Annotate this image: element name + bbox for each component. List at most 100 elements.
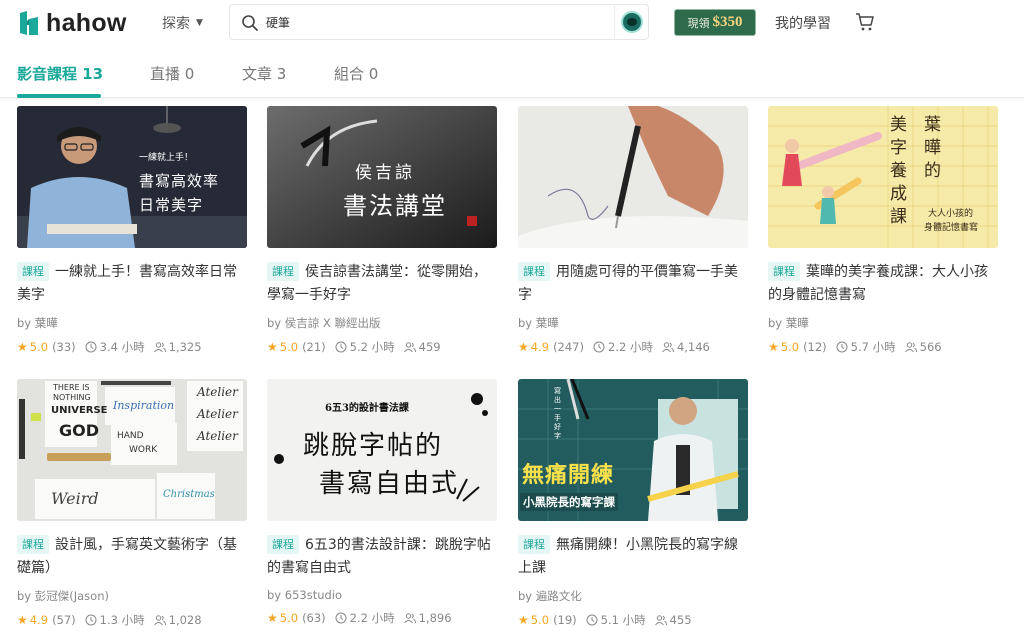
course-title-text: 葉曄的美字養成課：大人小孩的身體記憶書寫 [768,264,988,303]
course-students: 566 [919,340,942,354]
course-rating: 4.9 [530,340,550,354]
course-title-text: 侯吉諒書法講堂：從零開始，學寫一手好字 [267,264,487,303]
course-hours: 3.4 小時 [99,340,145,354]
thumb-text: 跳脫字帖的 [303,431,444,461]
course-students: 459 [418,340,441,354]
students-icon [654,615,667,626]
course-author: by 彭冠傑(Jason) [17,589,109,603]
thumb-text: 葉曄的 [924,115,941,181]
thumb-text: NOTHING [53,393,91,402]
course-thumbnail: 侯吉諒 書法講堂 [267,106,497,248]
course-thumbnail: THERE IS NOTHING UNIVERSE GOD Inspiratio… [17,379,247,521]
course-review-count: (19) [553,613,577,627]
course-title-text: 一練就上手！書寫高效率日常美字 [17,264,237,303]
explore-menu[interactable]: 探索 ▼ [162,13,203,33]
course-rating: 5.0 [780,340,800,354]
star-icon: ★ [17,340,28,354]
search-icon[interactable] [241,14,259,32]
thumb-text: 6五3的設計書法課 [325,403,409,414]
course-card[interactable]: 侯吉諒 書法講堂 課程 侯吉諒書法講堂：從零開始，學寫一手好字 by 侯吉諒 X … [267,106,498,355]
thumb-text: 書寫自由式 [319,469,460,499]
course-card[interactable]: 美字養成課 葉曄的 大人小孩的 身體記憶書寫 課程 葉曄的美字養成課：大人小孩的身… [768,106,999,355]
course-title-text: 無痛開練！小黑院長的寫字線上課 [518,537,738,576]
course-review-count: (12) [803,340,827,354]
course-card[interactable]: 寫出一手好字 無痛開練 小黑院長的寫字課 課程 無痛開練！小黑院長的寫字線上課 b… [518,379,749,628]
course-card[interactable]: 課程 用隨處可得的平價筆寫一手美字 by 葉曄 ★ 4.9 (247) 2.2 小… [518,106,749,355]
my-learning-link[interactable]: 我的學習 [775,13,831,33]
course-thumbnail: 寫出一手好字 無痛開練 小黑院長的寫字課 [518,379,748,521]
thumb-text: 無痛開練 [522,462,615,488]
course-hours: 1.3 小時 [99,613,145,627]
thumb-text: 一練就上手！ [139,153,194,163]
promo-coupon-button[interactable]: 現領 $350 [674,9,756,36]
course-meta: ★ 4.9 (247) 2.2 小時 4,146 [518,339,749,355]
top-nav: hahow 探索 ▼ 現領 $350 我的學習 [0,0,1024,46]
thumb-text: 小黑院長的寫字課 [520,493,618,511]
course-rating: 4.9 [29,613,49,627]
course-author: by 遍路文化 [518,589,582,603]
active-tab-indicator [17,94,101,98]
students-icon [904,342,917,353]
search-input[interactable] [266,11,606,33]
star-icon: ★ [17,613,28,627]
thumb-text: 侯吉諒 [355,163,415,183]
course-title: 課程 葉曄的美字養成課：大人小孩的身體記憶書寫 [768,261,999,307]
course-badge: 課程 [267,262,299,281]
course-author: by 653studio [267,588,343,602]
course-hours: 2.2 小時 [608,340,653,354]
tab-live[interactable]: 直播 0 [150,63,194,84]
clock-icon [85,614,97,626]
hahow-logo[interactable]: hahow [18,9,127,37]
students-icon [403,342,416,353]
course-meta: ★ 5.0 (12) 5.7 小時 566 [768,339,999,355]
course-title: 課程 無痛開練！小黑院長的寫字線上課 [518,534,749,580]
star-icon: ★ [768,340,779,354]
course-badge: 課程 [518,262,550,281]
course-badge: 課程 [768,262,800,281]
result-tabs: 影音課程 13 直播 0 文章 3 組合 0 [0,46,1024,98]
thumb-text: Atelier [197,429,238,443]
thumb-text: 書法講堂 [343,192,447,220]
course-rating: 5.0 [279,340,299,354]
thumb-text: Christmas [163,489,215,500]
thumb-text: 書寫高效率 [139,172,220,190]
course-author: by 侯吉諒 X 聯經出版 [267,316,381,330]
clock-icon [335,612,347,624]
course-review-count: (63) [302,611,326,625]
course-badge: 課程 [518,535,550,554]
cart-icon[interactable] [855,12,875,32]
course-title: 課程 設計風，手寫英文藝術字（基礎篇） [17,534,248,580]
course-card[interactable]: 6五3的設計書法課 跳脫字帖的 書寫自由式 課程 6五3的書法設計課：跳脫字帖的書… [267,379,498,626]
tab-videos[interactable]: 影音課程 13 [17,63,103,84]
star-icon: ★ [518,340,529,354]
star-icon: ★ [267,340,278,354]
students-icon [153,615,166,626]
course-review-count: (57) [52,613,76,627]
course-rating: 5.0 [279,611,299,625]
thumbnail-art [518,106,748,248]
course-thumbnail [518,106,748,248]
mascot-icon[interactable] [621,11,643,33]
thumb-text: WORK [129,445,158,455]
course-hours: 5.2 小時 [349,340,395,354]
course-card[interactable]: 一練就上手！ 書寫高效率 日常美字 課程 一練就上手！書寫高效率日常美字 by 葉… [17,106,248,355]
thumb-text: Weird [51,489,99,508]
course-hours: 2.2 小時 [349,611,395,625]
course-author: by 葉曄 [17,316,58,330]
course-title-text: 6五3的書法設計課：跳脫字帖的書寫自由式 [267,537,491,576]
clock-icon [85,341,97,353]
course-hours: 5.1 小時 [600,613,646,627]
thumb-text: 日常美字 [139,196,204,214]
thumb-text: Atelier [197,385,238,399]
students-icon [153,342,166,353]
star-icon: ★ [518,613,529,627]
course-meta: ★ 5.0 (33) 3.4 小時 1,325 [17,339,248,355]
course-review-count: (247) [553,340,584,354]
course-card[interactable]: THERE IS NOTHING UNIVERSE GOD Inspiratio… [17,379,248,628]
course-rating: 5.0 [29,340,49,354]
tab-articles[interactable]: 文章 3 [242,63,286,84]
course-title: 課程 用隨處可得的平價筆寫一手美字 [518,261,749,307]
course-badge: 課程 [17,535,49,554]
tab-bundles[interactable]: 組合 0 [334,63,378,84]
thumb-text: Inspiration [113,399,175,412]
